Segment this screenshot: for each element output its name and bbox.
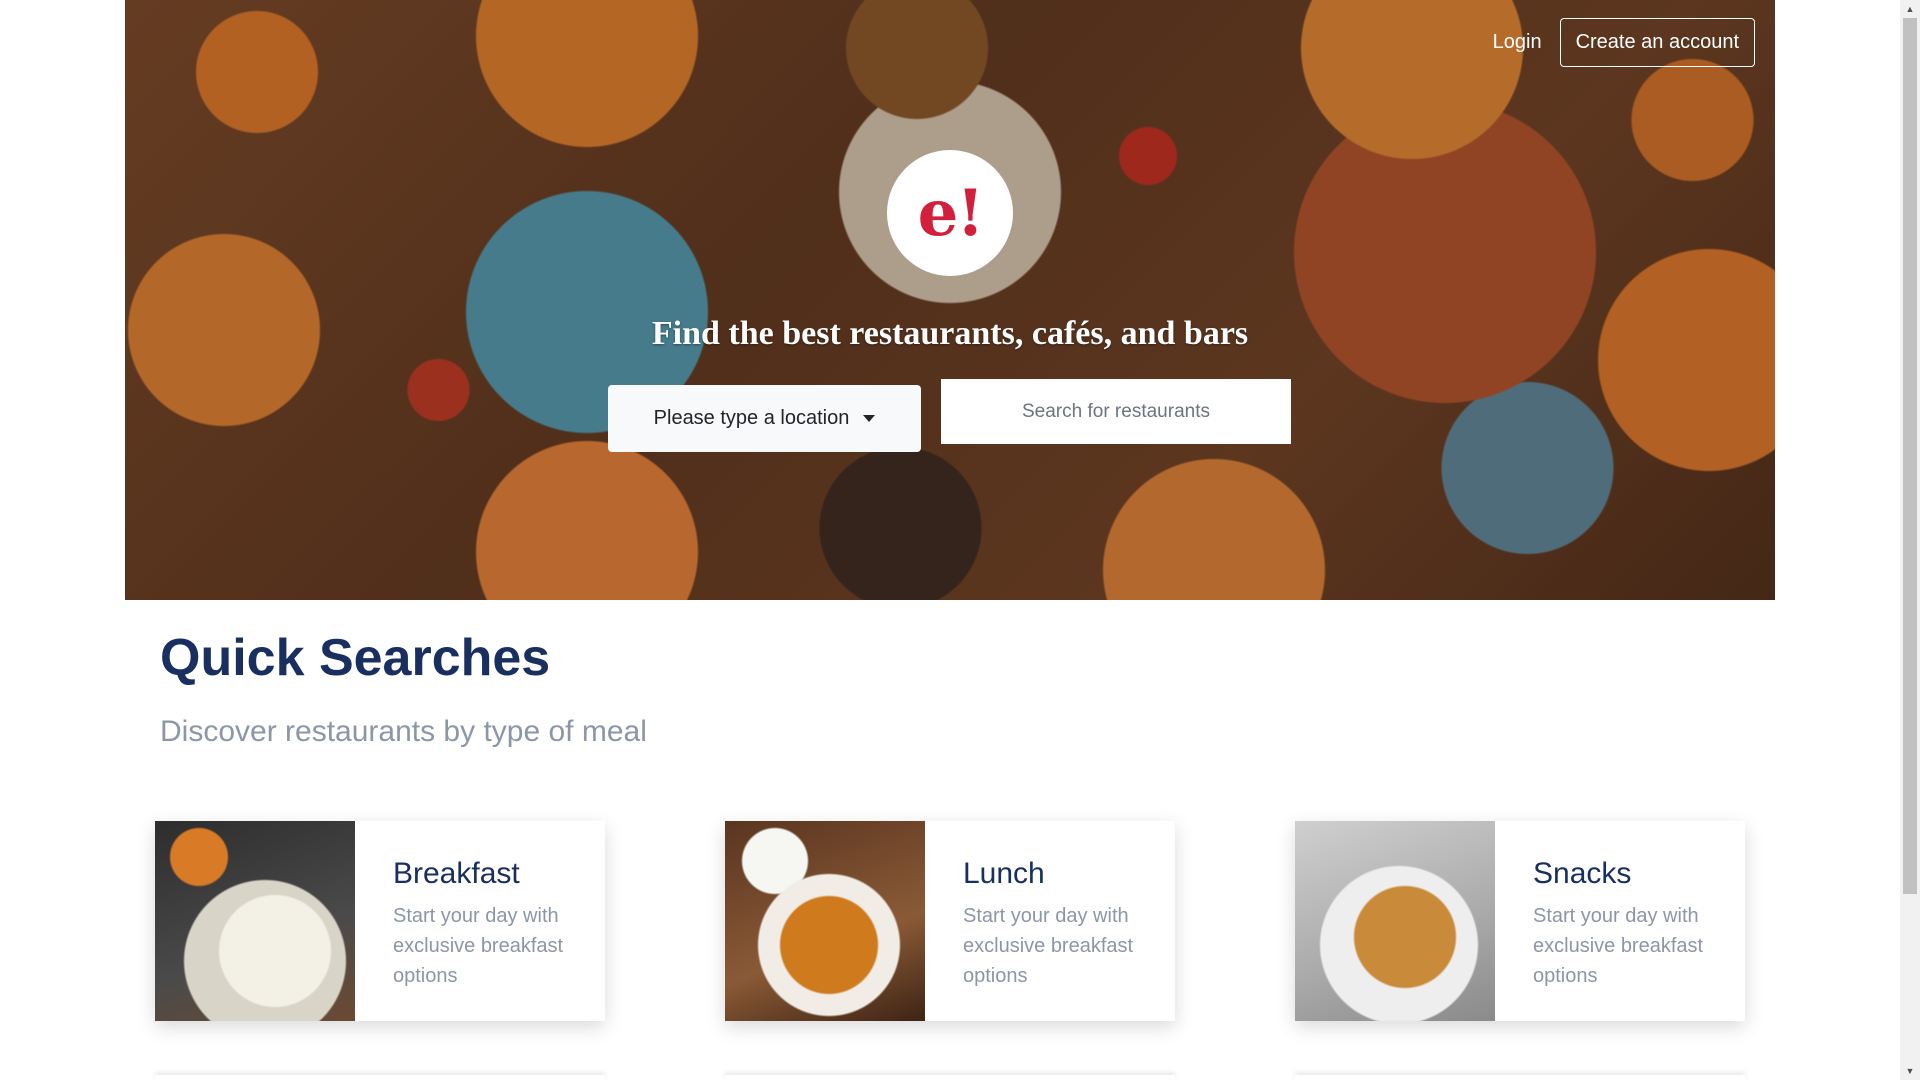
meal-card-peek [155,1075,605,1080]
hero-headline: Find the best restaurants, cafés, and ba… [651,315,1249,352]
create-account-button[interactable]: Create an account [1559,18,1755,67]
card-description: Start your day with exclusive breakfast … [963,905,1134,987]
meal-card-peek [725,1075,1175,1080]
lunch-image [725,821,925,1021]
card-body: Breakfast Start your day with exclusive … [355,821,605,1021]
card-title: Lunch [963,857,1045,890]
top-nav: Login Create an account [1491,18,1755,67]
card-description: Start your day with exclusive breakfast … [393,905,564,987]
meal-card-peek [1295,1075,1745,1080]
scroll-down-arrow-icon[interactable]: ▼ [1900,1062,1920,1080]
breakfast-image [155,821,355,1021]
scrollbar-thumb[interactable] [1903,18,1917,894]
location-dropdown[interactable]: Please type a location [608,385,921,452]
login-link[interactable]: Login [1491,23,1544,62]
caret-down-icon [863,415,876,422]
snacks-image [1295,821,1495,1021]
card-title: Breakfast [393,857,520,890]
card-description: Start your day with exclusive breakfast … [1533,905,1704,987]
quick-searches-title: Quick Searches [160,629,551,687]
meal-card-breakfast[interactable]: Breakfast Start your day with exclusive … [155,821,605,1021]
card-body: Snacks Start your day with exclusive bre… [1495,821,1745,1021]
brand-logo[interactable]: e! [887,150,1013,276]
quick-searches-subtitle: Discover restaurants by type of meal [160,715,647,748]
page-scrollbar[interactable]: ▲ ▼ [1900,0,1920,1080]
logo-text: e! [917,175,985,251]
location-dropdown-label: Please type a location [653,407,850,429]
hero-banner: Login Create an account e! Find the best… [125,0,1775,600]
meal-card-lunch[interactable]: Lunch Start your day with exclusive brea… [725,821,1175,1021]
scroll-up-arrow-icon[interactable]: ▲ [1900,0,1920,18]
card-body: Lunch Start your day with exclusive brea… [925,821,1175,1021]
card-title: Snacks [1533,857,1632,890]
restaurant-search-input[interactable] [941,379,1291,444]
meal-card-snacks[interactable]: Snacks Start your day with exclusive bre… [1295,821,1745,1021]
